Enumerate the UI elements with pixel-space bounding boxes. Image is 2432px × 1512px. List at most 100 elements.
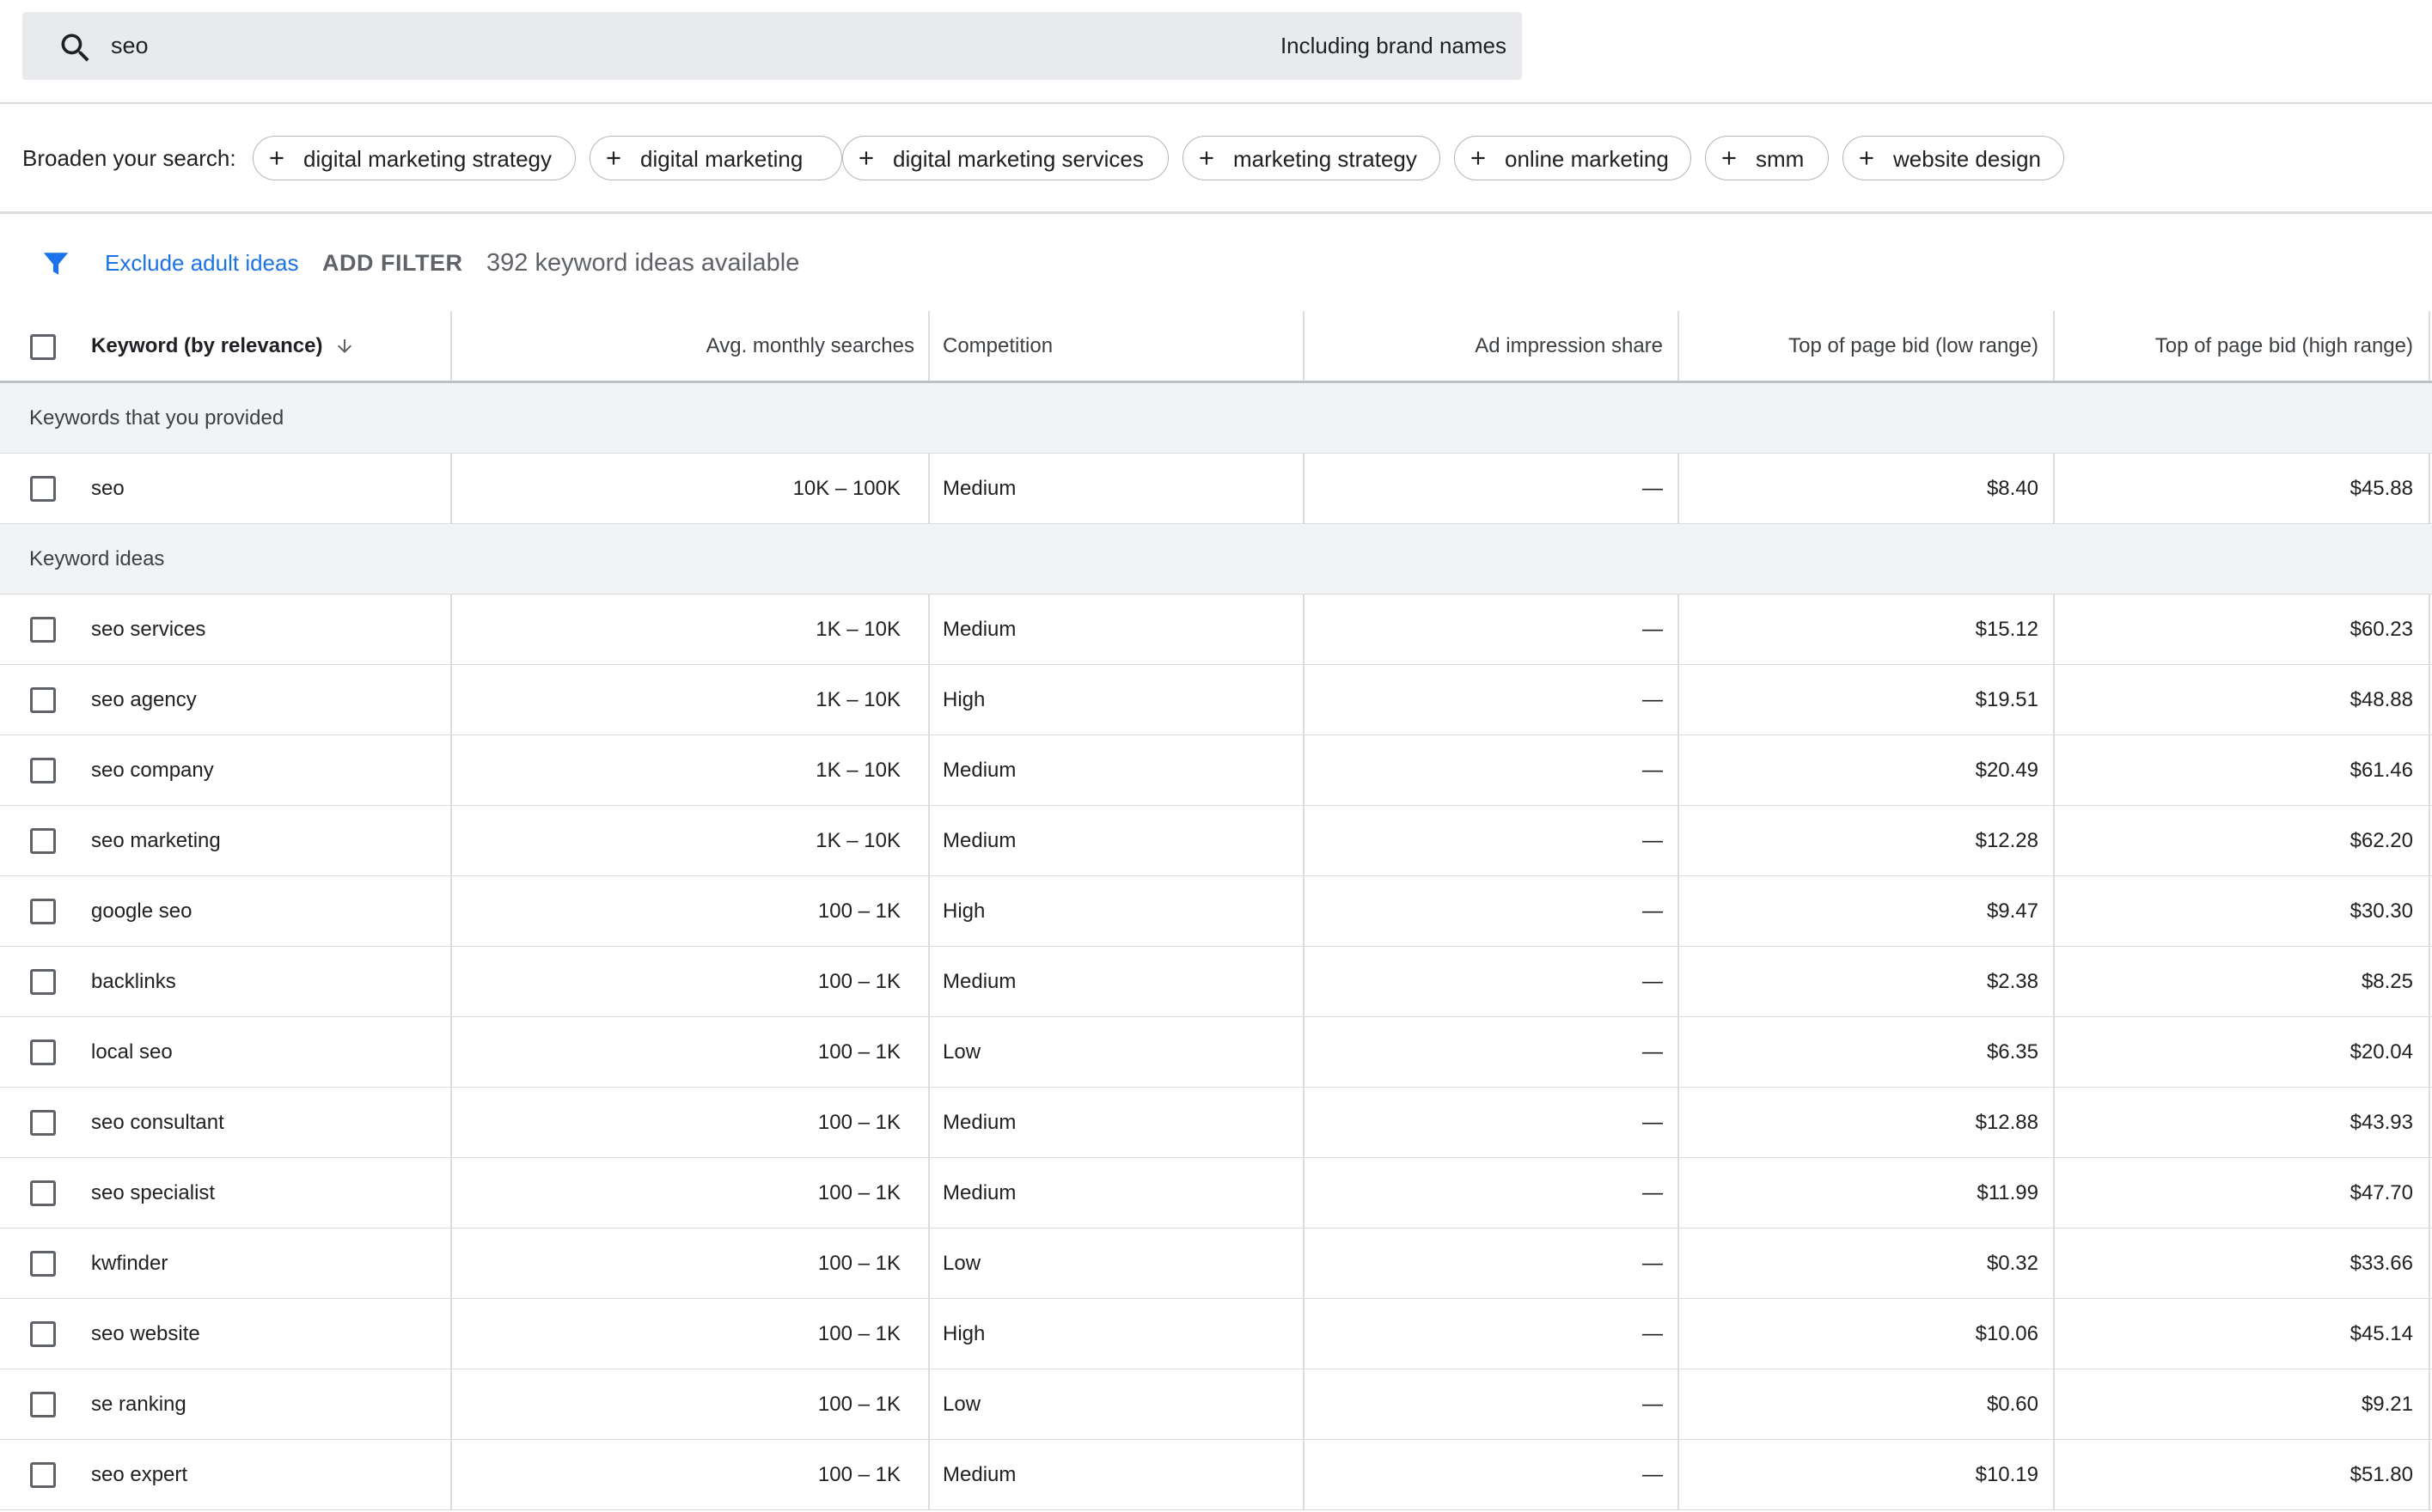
row-checkbox[interactable] xyxy=(30,617,56,643)
column-divider xyxy=(1303,1228,1305,1298)
column-divider xyxy=(928,876,930,946)
column-divider xyxy=(2053,1228,2055,1298)
broaden-chip[interactable]: smm xyxy=(1705,136,1829,180)
table-row[interactable]: seo expert 100 – 1K Medium — $10.19 $51.80 xyxy=(0,1440,2432,1510)
table-row[interactable]: seo 10K – 100K Medium — $8.40 $45.88 xyxy=(0,454,2432,524)
exclude-adult-ideas-filter[interactable]: Exclude adult ideas xyxy=(105,247,298,278)
table-row[interactable]: seo services 1K – 10K Medium — $15.12 $60.23 xyxy=(0,594,2432,665)
keyword-column-header[interactable]: Keyword (by relevance) xyxy=(91,311,355,381)
row-checkbox[interactable] xyxy=(30,476,56,502)
column-divider xyxy=(1677,1088,1679,1157)
row-checkbox[interactable] xyxy=(30,1251,56,1277)
column-divider xyxy=(1677,1017,1679,1087)
row-checkbox[interactable] xyxy=(30,1321,56,1347)
ad-impression-share-cell: — xyxy=(1642,1392,1663,1416)
column-divider xyxy=(1677,806,1679,875)
ad-impression-share-cell: — xyxy=(1642,899,1663,923)
column-divider xyxy=(928,735,930,805)
keyword-cell: seo website xyxy=(91,1321,200,1345)
row-checkbox[interactable] xyxy=(30,1462,56,1488)
add-filter-button[interactable]: ADD FILTER xyxy=(322,247,462,278)
table-row[interactable]: seo agency 1K – 10K High — $19.51 $48.88 xyxy=(0,665,2432,735)
bid-high-header[interactable]: Top of page bid (high range) xyxy=(2064,311,2413,381)
broaden-chip[interactable]: digital marketing xyxy=(590,136,842,180)
keyword-cell: seo specialist xyxy=(91,1180,216,1204)
column-divider xyxy=(1677,454,1679,523)
table-row[interactable]: seo website 100 – 1K High — $10.06 $45.14 xyxy=(0,1299,2432,1369)
search-input[interactable]: seo xyxy=(111,12,149,80)
plus-icon xyxy=(1722,151,1736,165)
column-divider xyxy=(1677,1158,1679,1228)
bid-low-cell: $2.38 xyxy=(1986,969,2038,993)
ad-impression-share-header[interactable]: Ad impression share xyxy=(1315,311,1663,381)
competition-header[interactable]: Competition xyxy=(943,311,1053,381)
column-divider xyxy=(2053,806,2055,875)
column-divider xyxy=(1303,1369,1305,1439)
avg-monthly-searches-cell: 1K – 10K xyxy=(816,758,901,782)
bid-low-cell: $10.19 xyxy=(1975,1462,2038,1486)
ad-impression-share-cell: — xyxy=(1642,1110,1663,1134)
column-divider xyxy=(1677,1299,1679,1369)
column-divider xyxy=(450,806,452,875)
bid-low-header[interactable]: Top of page bid (low range) xyxy=(1690,311,2038,381)
column-divider xyxy=(2429,1299,2430,1369)
competition-cell: Medium xyxy=(943,1180,1017,1204)
table-row[interactable]: kwfinder 100 – 1K Low — $0.32 $33.66 xyxy=(0,1228,2432,1299)
table-row[interactable]: seo company 1K – 10K Medium — $20.49 $61.46 xyxy=(0,735,2432,806)
broaden-chip[interactable]: website design xyxy=(1842,136,2064,180)
avg-monthly-searches-cell: 1K – 10K xyxy=(816,828,901,852)
ad-impression-share-cell: — xyxy=(1642,969,1663,993)
arrow-down-icon[interactable] xyxy=(334,336,355,357)
broaden-chip[interactable]: digital marketing strategy xyxy=(253,136,576,180)
row-checkbox[interactable] xyxy=(30,1110,56,1136)
keyword-cell: seo consultant xyxy=(91,1110,224,1134)
broaden-chip[interactable]: online marketing xyxy=(1454,136,1691,180)
section-provided-keywords: Keywords that you provided xyxy=(0,383,2432,454)
bid-low-cell: $11.99 xyxy=(1977,1180,2038,1204)
broaden-chip[interactable]: digital marketing services xyxy=(842,136,1169,180)
table-row[interactable]: seo specialist 100 – 1K Medium — $11.99 $47.7… xyxy=(0,1158,2432,1228)
row-checkbox[interactable] xyxy=(30,899,56,924)
ad-impression-share-cell: — xyxy=(1642,687,1663,711)
divider xyxy=(0,102,2432,104)
row-checkbox[interactable] xyxy=(30,1392,56,1418)
brand-names-toggle[interactable]: Including brand names xyxy=(1280,12,1506,80)
column-divider xyxy=(1303,311,1305,381)
row-checkbox[interactable] xyxy=(30,1180,56,1206)
row-checkbox[interactable] xyxy=(30,758,56,783)
column-divider xyxy=(928,1017,930,1087)
column-divider xyxy=(1303,594,1305,664)
table-row[interactable]: backlinks 100 – 1K Medium — $2.38 $8.25 xyxy=(0,947,2432,1017)
table-row[interactable]: seo consultant 100 – 1K Medium — $12.88 $43.9… xyxy=(0,1088,2432,1158)
table-row[interactable]: google seo 100 – 1K High — $9.47 $30.30 xyxy=(0,876,2432,947)
filter-icon[interactable] xyxy=(40,249,72,278)
keyword-search-bar[interactable]: seo Including brand names xyxy=(22,12,1522,80)
column-divider xyxy=(1677,665,1679,735)
column-divider xyxy=(1677,947,1679,1016)
avg-monthly-searches-header[interactable]: Avg. monthly searches xyxy=(464,311,914,381)
column-divider xyxy=(2429,1369,2430,1439)
bid-low-cell: $0.60 xyxy=(1986,1392,2038,1416)
row-checkbox[interactable] xyxy=(30,1040,56,1065)
row-checkbox[interactable] xyxy=(30,969,56,995)
plus-icon xyxy=(859,151,873,165)
ad-impression-share-cell: — xyxy=(1642,1180,1663,1204)
column-divider xyxy=(1303,1440,1305,1509)
column-divider xyxy=(2429,735,2430,805)
column-divider xyxy=(928,947,930,1016)
competition-cell: Low xyxy=(943,1040,981,1064)
search-icon xyxy=(61,34,89,62)
select-all-checkbox[interactable] xyxy=(30,334,56,360)
table-row[interactable]: local seo 100 – 1K Low — $6.35 $20.04 xyxy=(0,1017,2432,1088)
broaden-chip[interactable]: marketing strategy xyxy=(1182,136,1440,180)
column-divider xyxy=(2429,665,2430,735)
avg-monthly-searches-cell: 100 – 1K xyxy=(817,1251,901,1275)
column-divider xyxy=(450,876,452,946)
row-checkbox[interactable] xyxy=(30,828,56,854)
table-row[interactable]: seo marketing 1K – 10K Medium — $12.28 $62.20 xyxy=(0,806,2432,876)
row-checkbox[interactable] xyxy=(30,687,56,713)
section-label: Keyword ideas xyxy=(29,546,165,570)
column-divider xyxy=(1303,665,1305,735)
table-row[interactable]: se ranking 100 – 1K Low — $0.60 $9.21 xyxy=(0,1369,2432,1440)
column-divider xyxy=(2053,454,2055,523)
